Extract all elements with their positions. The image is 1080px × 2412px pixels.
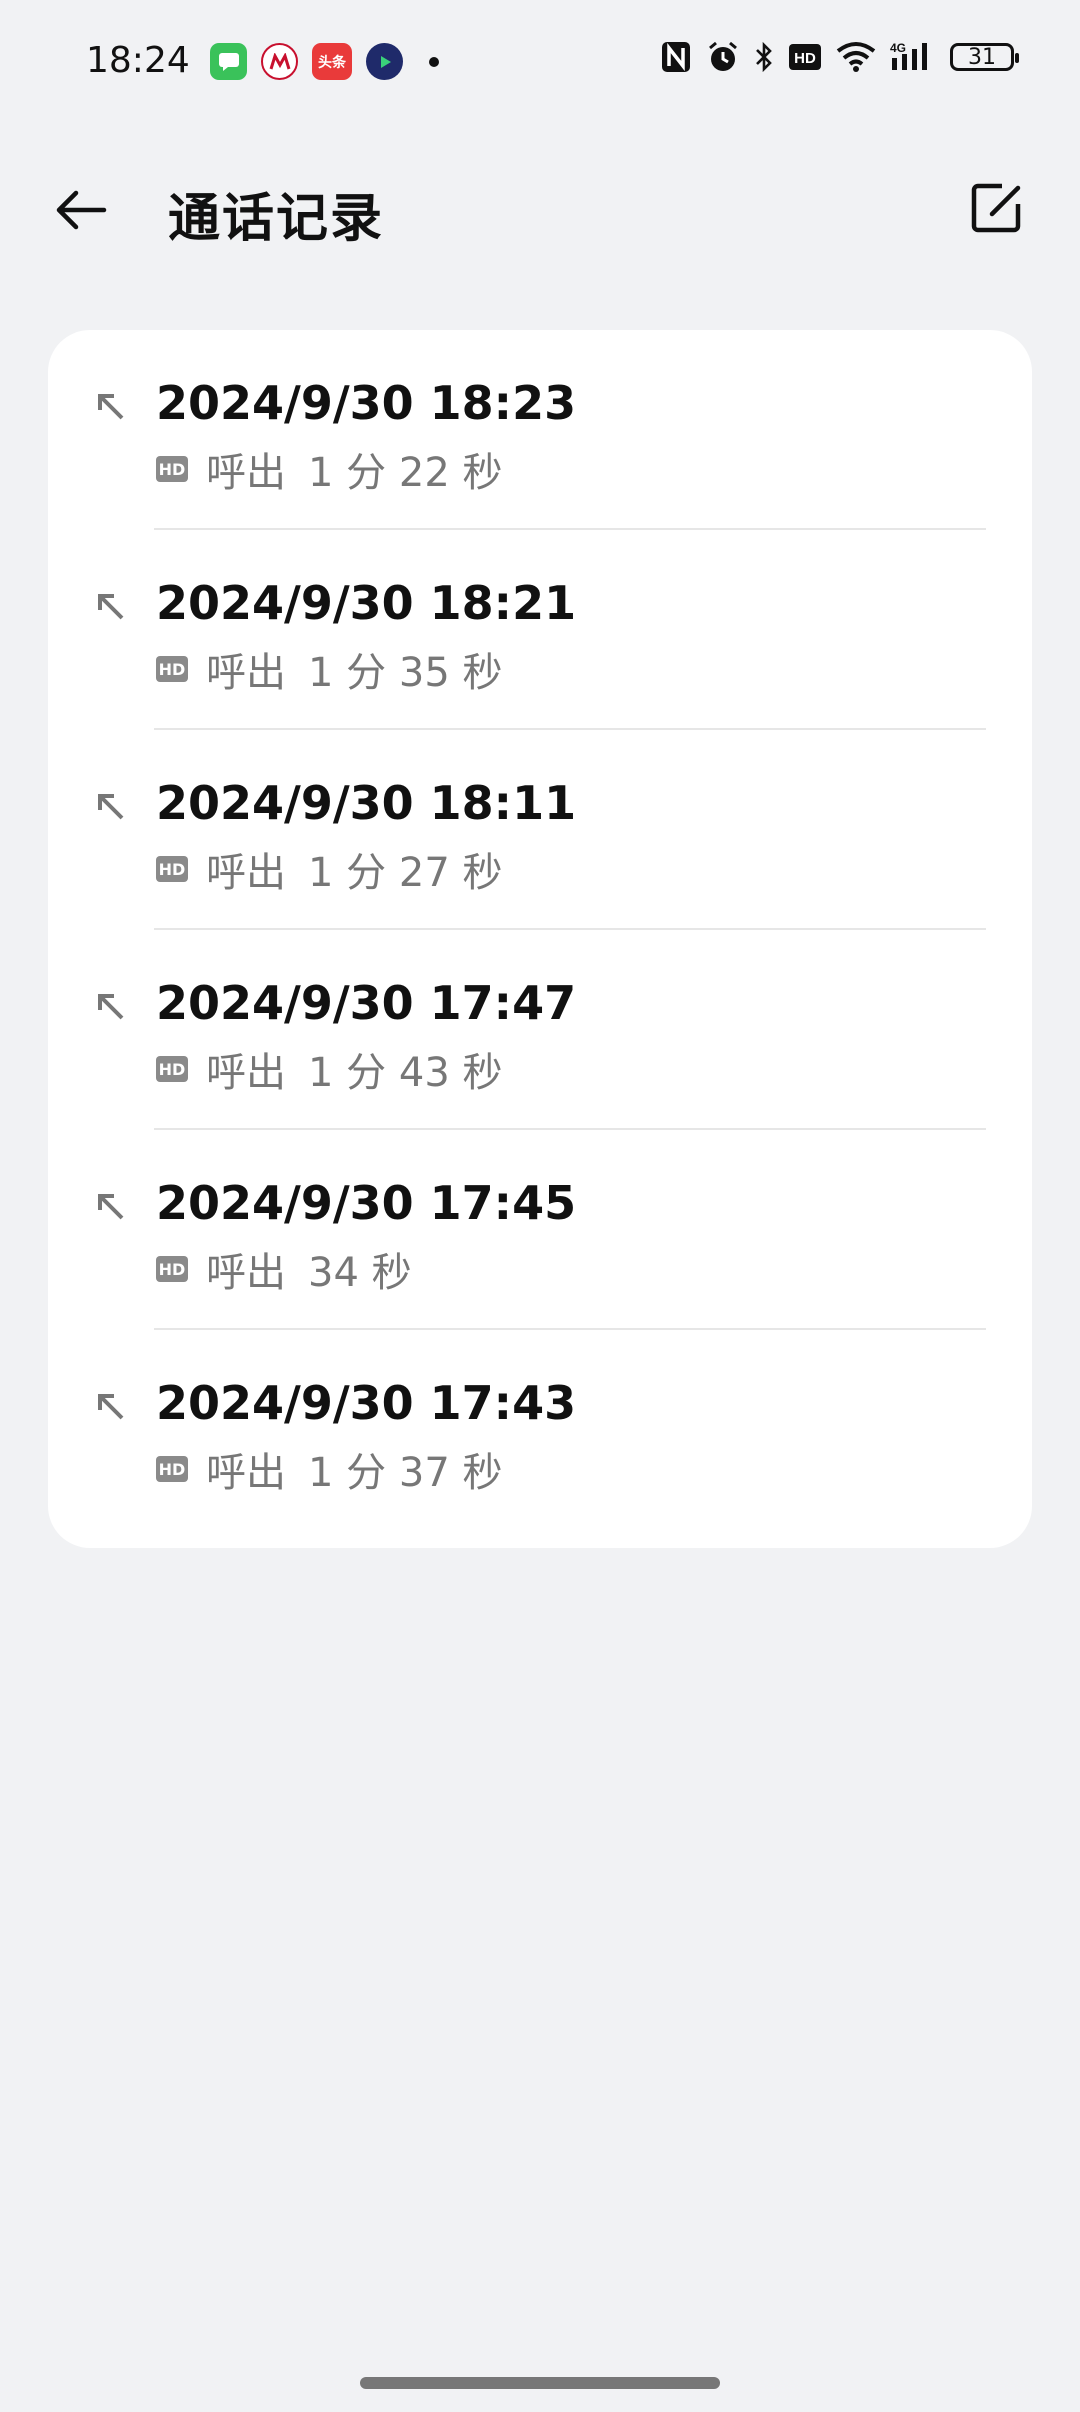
battery-icon: 31 [950,43,1019,71]
call-duration: 34 秒 [308,1250,412,1296]
call-date: 2024/9/30 18:21 [156,576,577,630]
back-arrow-icon [56,190,107,230]
hd-badge-icon: HD [156,1256,188,1282]
call-date: 2024/9/30 18:23 [156,376,577,430]
svg-text:4G: 4G [890,41,906,55]
call-detail: HD 呼出 1 分 35 秒 [156,640,503,698]
status-time: 18:24 [86,40,190,81]
toutiao-app-icon: 头条 [312,43,352,80]
hd-badge-icon: HD [156,1456,188,1482]
call-duration: 1 分 27 秒 [308,850,503,896]
bluetooth-icon [754,40,774,74]
svg-text:HD: HD [794,50,816,67]
outgoing-call-icon [98,794,124,820]
messages-app-icon [210,43,247,80]
signal-4g-icon: 4G [890,40,936,74]
call-log-card: 2024/9/30 18:23 HD 呼出 1 分 22 秒 2024/9/30… [48,330,1032,1548]
call-duration: 1 分 35 秒 [308,650,503,696]
call-date: 2024/9/30 18:11 [156,776,577,830]
cmb-app-icon [261,43,298,80]
call-detail: HD 呼出 1 分 27 秒 [156,840,503,898]
hd-badge-icon: HD [156,856,188,882]
call-detail: HD 呼出 34 秒 [156,1240,412,1298]
call-log-row[interactable]: 2024/9/30 18:11 HD 呼出 1 分 27 秒 [48,730,1032,930]
nfc-icon [660,40,692,74]
call-duration: 1 分 37 秒 [308,1450,503,1496]
hd-badge-icon: HD [156,656,188,682]
call-detail: HD 呼出 1 分 43 秒 [156,1040,503,1098]
call-log-row[interactable]: 2024/9/30 17:43 HD 呼出 1 分 37 秒 [48,1330,1032,1530]
call-log-row[interactable]: 2024/9/30 18:21 HD 呼出 1 分 35 秒 [48,530,1032,730]
hd-badge-icon: HD [156,456,188,482]
home-indicator[interactable] [360,2377,720,2389]
toutiao-app-label: 头条 [318,54,346,71]
battery-level: 31 [968,44,996,70]
call-log-row[interactable]: 2024/9/30 18:23 HD 呼出 1 分 22 秒 [48,330,1032,530]
call-date: 2024/9/30 17:43 [156,1376,577,1430]
outgoing-call-icon [98,1194,124,1220]
notification-icons: 头条 [210,43,439,80]
alarm-icon [706,40,740,74]
call-duration: 1 分 43 秒 [308,1050,503,1096]
app-header: 通话记录 [0,150,1080,270]
call-date: 2024/9/30 17:45 [156,1176,577,1230]
call-duration: 1 分 22 秒 [308,450,503,496]
call-log-row[interactable]: 2024/9/30 17:47 HD 呼出 1 分 43 秒 [48,930,1032,1130]
edit-button[interactable] [968,178,1028,238]
call-log-row[interactable]: 2024/9/30 17:45 HD 呼出 34 秒 [48,1130,1032,1330]
hd-badge-icon: HD [156,1056,188,1082]
call-type: 呼出 [206,1450,286,1496]
call-detail: HD 呼出 1 分 22 秒 [156,440,503,498]
edit-icon [971,183,1021,233]
call-type: 呼出 [206,1250,286,1296]
call-type: 呼出 [206,850,286,896]
outgoing-call-icon [98,594,124,620]
hd-voice-icon: HD [788,42,822,72]
call-date: 2024/9/30 17:47 [156,976,577,1030]
call-detail: HD 呼出 1 分 37 秒 [156,1440,503,1498]
status-bar: 18:24 头条 HD 4G 31 [0,0,1080,125]
call-type: 呼出 [206,450,286,496]
outgoing-call-icon [98,994,124,1020]
video-app-icon [366,43,403,80]
back-button[interactable] [52,180,112,240]
page-title: 通话记录 [168,189,385,249]
outgoing-call-icon [98,394,124,420]
wifi-icon [836,41,876,73]
call-type: 呼出 [206,650,286,696]
more-notifications-dot [429,56,439,67]
outgoing-call-icon [98,1394,124,1420]
call-type: 呼出 [206,1050,286,1096]
system-icons: HD 4G 31 [660,40,1019,74]
